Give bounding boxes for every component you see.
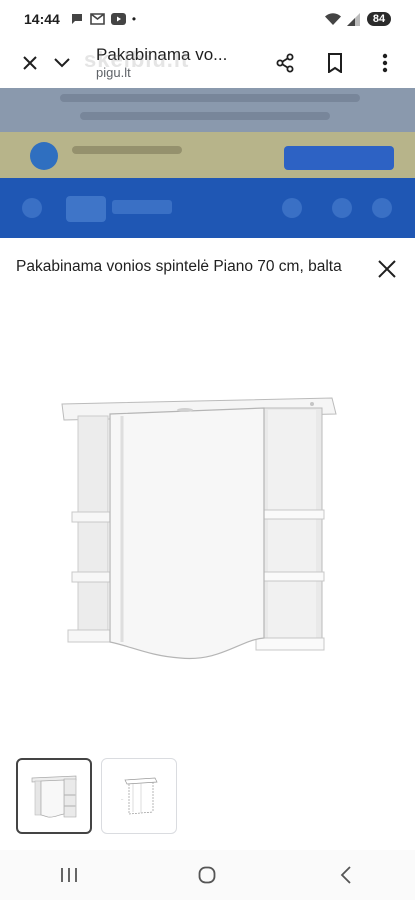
- wifi-icon: [325, 12, 341, 25]
- back-icon: [340, 866, 351, 884]
- signal-icon: [347, 12, 360, 26]
- blurred-site-header: [0, 178, 415, 238]
- blurred-heart-icon: [332, 198, 352, 218]
- blurred-text: [72, 146, 182, 154]
- cabinet-illustration: [61, 397, 337, 660]
- share-icon: [276, 53, 294, 73]
- blurred-logo-icon: [66, 196, 106, 222]
- thumbnail-photo-image: [31, 775, 77, 818]
- gmail-icon: [90, 13, 105, 25]
- blurred-button: [284, 146, 394, 170]
- close-tab-button[interactable]: [14, 47, 46, 79]
- minimize-tab-button[interactable]: [46, 47, 78, 79]
- status-bar: 14:44 • 84: [0, 0, 415, 38]
- home-button[interactable]: [177, 855, 237, 895]
- blurred-cart-icon: [372, 198, 392, 218]
- thumbnail-photo[interactable]: [16, 758, 92, 834]
- more-options-button[interactable]: [369, 47, 401, 79]
- thumbnail-strip: –: [16, 758, 177, 834]
- close-gallery-button[interactable]: [372, 254, 402, 284]
- youtube-icon: [110, 13, 126, 25]
- page-title: Pakabinama vo...: [96, 45, 228, 64]
- thumbnail-drawing[interactable]: –: [101, 758, 177, 834]
- chevron-down-icon: [54, 58, 70, 68]
- blurred-page-background: [0, 88, 415, 238]
- recents-icon: [61, 868, 78, 882]
- share-button[interactable]: [269, 47, 301, 79]
- system-nav-bar: [0, 850, 415, 900]
- bookmark-button[interactable]: [319, 47, 351, 79]
- blurred-text: [60, 94, 360, 102]
- close-icon: [378, 260, 396, 278]
- recents-button[interactable]: [39, 855, 99, 895]
- close-icon: [23, 56, 37, 70]
- more-vert-icon: [382, 53, 388, 73]
- home-icon: [199, 866, 216, 884]
- blurred-text: [80, 112, 330, 120]
- product-main-image[interactable]: [50, 380, 350, 670]
- status-time: 14:44: [24, 11, 60, 27]
- thumbnail-drawing-image: –: [121, 777, 158, 815]
- status-left: 14:44 •: [24, 11, 136, 27]
- page-title-area[interactable]: skelbiu.lt Pakabinama vo... pigu.lt: [84, 45, 269, 81]
- blurred-app-icon: [30, 142, 58, 170]
- battery-indicator: 84: [367, 12, 391, 26]
- product-title: Pakabinama vonios spintelė Piano 70 cm, …: [16, 258, 342, 275]
- back-button[interactable]: [316, 855, 376, 895]
- blurred-user-icon: [282, 198, 302, 218]
- svg-text:–: –: [121, 796, 124, 801]
- chat-bubble-icon: [71, 14, 82, 24]
- toolbar-actions: [269, 47, 401, 79]
- blurred-logo-text: [112, 200, 172, 214]
- bookmark-icon: [328, 53, 342, 73]
- custom-tab-toolbar: skelbiu.lt Pakabinama vo... pigu.lt: [0, 38, 415, 88]
- status-right: 84: [325, 12, 391, 26]
- dot-icon: •: [131, 12, 137, 26]
- blurred-menu-icon: [22, 198, 42, 218]
- page-domain: pigu.lt: [96, 65, 131, 80]
